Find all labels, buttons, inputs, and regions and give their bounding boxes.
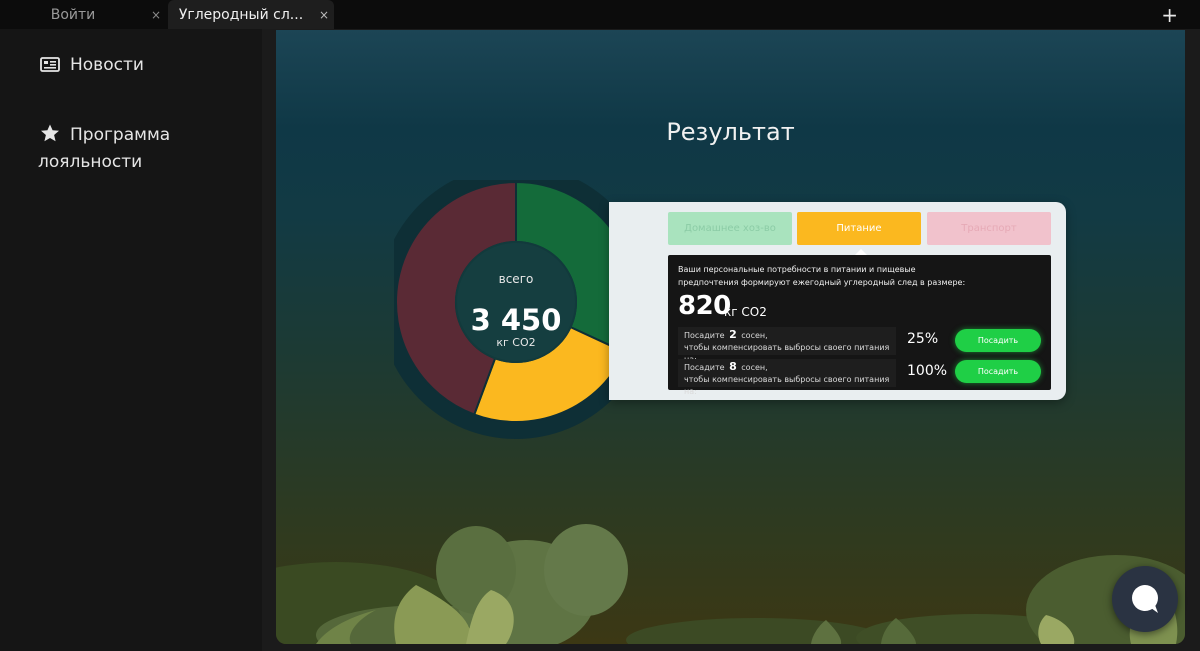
sidebar-item-label: Новости <box>70 55 144 75</box>
close-icon[interactable]: × <box>314 8 334 22</box>
offset-percent: 100% <box>907 363 948 379</box>
chat-bubble-icon <box>1132 585 1158 613</box>
tab-food[interactable]: Питание <box>797 212 921 245</box>
offset-prefix: Посадите <box>684 363 725 372</box>
tab-carbon-footprint-label: Углеродный сл... <box>178 6 304 23</box>
page-title: Результат <box>666 118 795 146</box>
newspaper-icon <box>40 55 60 80</box>
browser-tab-bar: Войти × Углеродный сл... × + <box>0 0 1200 29</box>
donut-total-unit: кг CO2 <box>496 336 535 349</box>
food-info-panel: Ваши персональные потребности в питании … <box>668 255 1051 396</box>
donut-total-label: всего <box>498 272 534 286</box>
tab-transport[interactable]: Транспорт <box>927 212 1051 245</box>
plant-button[interactable]: Посадить <box>955 329 1041 352</box>
food-footprint-unit: кг CO2 <box>724 305 767 319</box>
tab-carbon-footprint[interactable]: Углеродный сл... × <box>168 0 334 29</box>
offset-suffix: сосен, <box>741 363 768 372</box>
tab-login-label: Войти <box>50 6 96 23</box>
foliage-decoration <box>276 524 1185 644</box>
star-icon <box>40 124 60 150</box>
offset-row: Посадите 8 сосен, чтобы компенсировать в… <box>678 359 896 396</box>
tree-count: 2 <box>729 328 737 341</box>
tab-login[interactable]: Войти × <box>0 0 166 29</box>
sidebar-item-loyalty[interactable]: Программа лояльности <box>38 123 238 175</box>
tab-household[interactable]: Домашнее хоз-во <box>668 212 792 245</box>
close-icon[interactable]: × <box>146 8 166 22</box>
food-footprint-value: 820 <box>678 291 731 321</box>
plant-button[interactable]: Посадить <box>955 360 1041 383</box>
sidebar-item-news[interactable]: Новости <box>38 53 144 80</box>
result-panel: Результат 3 450 кг CO2 всего Домашнее хо… <box>276 30 1185 644</box>
details-card: Домашнее хоз-во Питание Транспорт Ваши п… <box>609 202 1066 400</box>
chat-button[interactable] <box>1112 566 1178 632</box>
offset-row: Посадите 2 сосен, чтобы компенсировать в… <box>678 327 896 364</box>
food-description: Ваши персональные потребности в питании … <box>678 265 966 287</box>
tree-count: 8 <box>729 360 737 373</box>
donut-total-value: 3 450 <box>471 303 562 337</box>
offset-description: чтобы компенсировать выбросы своего пита… <box>684 375 890 396</box>
sidebar: Новости Программа лояльности <box>0 29 262 651</box>
offset-prefix: Посадите <box>684 331 725 340</box>
new-tab-button[interactable]: + <box>1161 3 1178 27</box>
offset-suffix: сосен, <box>741 331 768 340</box>
offset-percent: 25% <box>907 331 939 347</box>
